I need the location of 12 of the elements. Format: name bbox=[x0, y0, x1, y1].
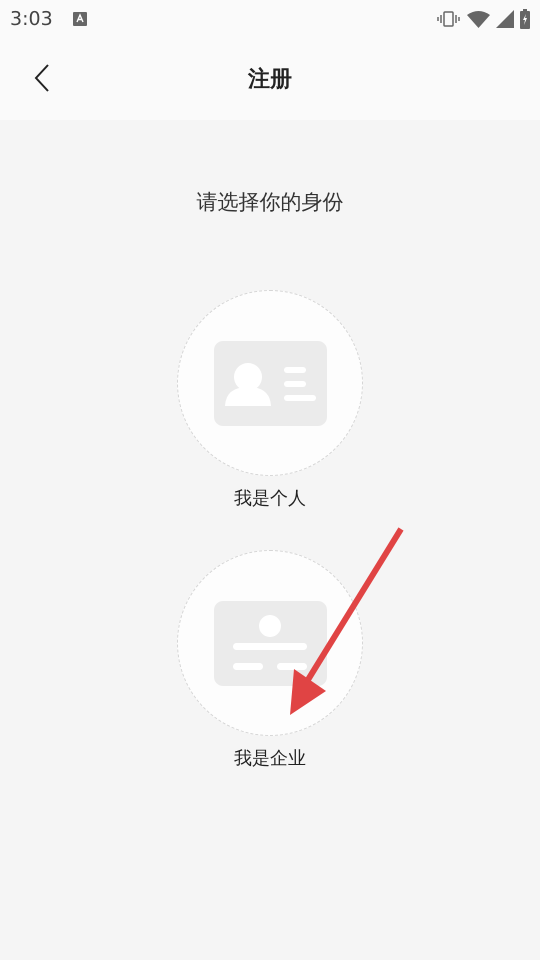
keyboard-icon bbox=[72, 12, 87, 26]
status-time: 3:03 bbox=[10, 8, 53, 30]
wifi-icon bbox=[467, 10, 490, 28]
back-icon[interactable] bbox=[34, 64, 50, 92]
prompt-text: 请选择你的身份 bbox=[196, 189, 344, 216]
page-title: 注册 bbox=[248, 66, 292, 94]
signal-icon bbox=[496, 10, 514, 28]
option-label: 我是个人 bbox=[234, 487, 306, 510]
vibrate-icon bbox=[436, 11, 461, 27]
id-card-icon bbox=[214, 600, 326, 686]
option-label: 我是企业 bbox=[234, 747, 306, 770]
battery-icon bbox=[520, 9, 530, 29]
